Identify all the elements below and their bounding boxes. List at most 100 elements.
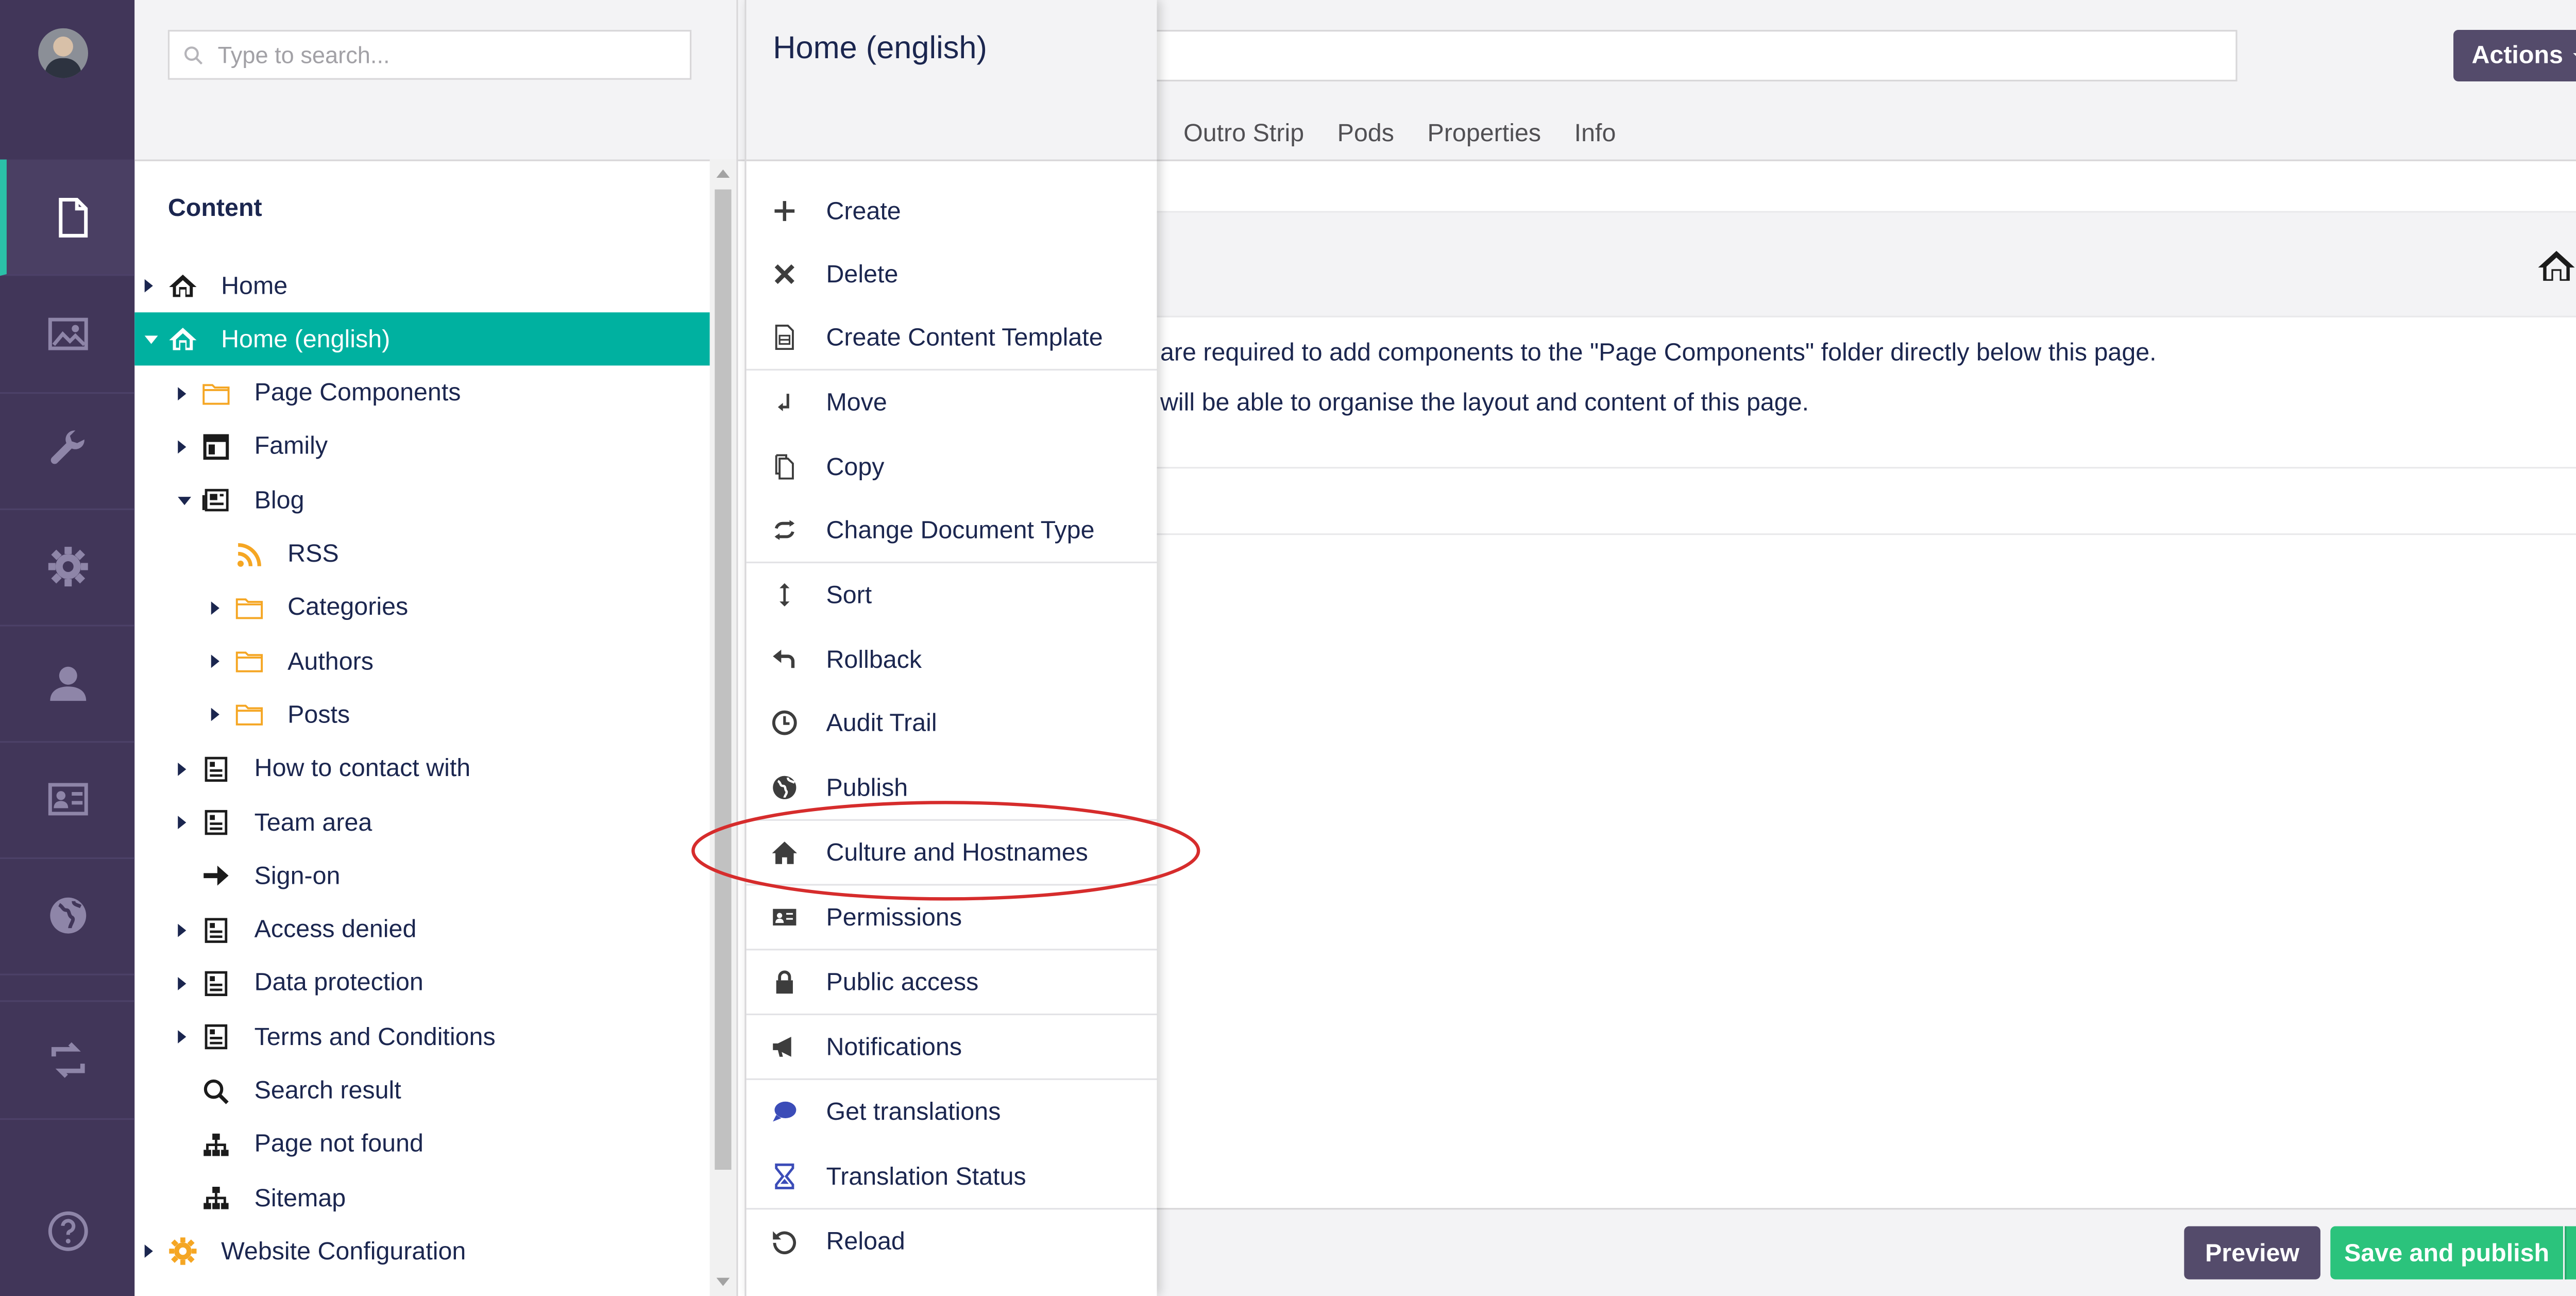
menu-item-translation-status[interactable]: Translation Status bbox=[747, 1145, 1157, 1208]
tab-pods[interactable]: Pods bbox=[1337, 120, 1394, 148]
tree-node[interactable]: Sitemap bbox=[134, 1172, 709, 1225]
tree-node[interactable]: Access denied bbox=[134, 903, 709, 956]
preview-button[interactable]: Preview bbox=[2184, 1226, 2320, 1280]
caret-right-icon[interactable] bbox=[211, 708, 219, 722]
home-icon bbox=[168, 325, 198, 355]
document-list-icon bbox=[201, 807, 231, 837]
scroll-up-arrow[interactable] bbox=[716, 169, 730, 178]
content-tree-panel: Content Home Home (english) Page Component… bbox=[134, 0, 738, 1296]
tree-node[interactable]: Home (english) bbox=[134, 313, 710, 366]
menu-item-get-translations[interactable]: Get translations bbox=[747, 1080, 1157, 1143]
section-members[interactable] bbox=[0, 741, 135, 860]
actions-menu: Home (english) Create Delete Create Conten… bbox=[744, 0, 1157, 1296]
menu-item-create-content-template[interactable]: Create Content Template bbox=[747, 306, 1157, 369]
caret-down-icon[interactable] bbox=[144, 336, 158, 345]
home-icon bbox=[2538, 250, 2575, 281]
tree-node[interactable]: Website Configuration bbox=[134, 1225, 709, 1278]
caret-right-icon[interactable] bbox=[178, 923, 187, 937]
menu-item-move[interactable]: Move bbox=[747, 371, 1157, 434]
caret-right-icon[interactable] bbox=[178, 762, 187, 776]
tree-node[interactable]: Authors bbox=[134, 635, 709, 688]
menu-item-reload[interactable]: Reload bbox=[747, 1209, 1157, 1273]
caret-right-icon[interactable] bbox=[178, 440, 187, 453]
template-icon bbox=[771, 324, 798, 351]
menu-item-create[interactable]: Create bbox=[747, 179, 1157, 243]
tab-info[interactable]: Info bbox=[1574, 120, 1616, 148]
section-settings[interactable] bbox=[0, 392, 135, 510]
tree-node[interactable]: Home bbox=[134, 259, 709, 312]
caret-right-icon[interactable] bbox=[144, 1245, 153, 1259]
section-media[interactable] bbox=[0, 276, 135, 394]
caret-right-icon[interactable] bbox=[211, 654, 219, 668]
tree-node[interactable]: Categories bbox=[134, 581, 709, 634]
tree-node[interactable]: Team area bbox=[134, 796, 709, 849]
menu-item-label: Reload bbox=[826, 1227, 905, 1256]
avatar[interactable] bbox=[38, 28, 88, 78]
tree-node[interactable]: Terms and Conditions bbox=[134, 1011, 709, 1064]
tree-node-label: Authors bbox=[287, 647, 374, 676]
tab-outro-strip[interactable]: Outro Strip bbox=[1183, 120, 1304, 148]
caret-right-icon[interactable] bbox=[178, 816, 187, 829]
menu-item-copy[interactable]: Copy bbox=[747, 435, 1157, 499]
lock-icon bbox=[771, 969, 798, 996]
tab-properties[interactable]: Properties bbox=[1428, 120, 1541, 148]
search-input[interactable] bbox=[214, 40, 653, 70]
menu-item-label: Public access bbox=[826, 968, 979, 997]
tree-scrollbar[interactable] bbox=[709, 159, 737, 1296]
caret-right-icon[interactable] bbox=[178, 977, 187, 990]
node-name-input[interactable] bbox=[1147, 30, 2238, 81]
folder-icon bbox=[234, 593, 264, 622]
tree-node[interactable]: How to contact with bbox=[134, 742, 709, 795]
menu-item-audit-trail[interactable]: Audit Trail bbox=[747, 691, 1157, 754]
tree-node-label: How to contact with bbox=[254, 754, 471, 783]
section-help[interactable] bbox=[0, 1173, 134, 1289]
menu-item-delete[interactable]: Delete bbox=[747, 243, 1157, 306]
caret-right-icon[interactable] bbox=[178, 1030, 187, 1044]
copy-icon bbox=[771, 453, 798, 480]
tree-node-label: Categories bbox=[287, 594, 409, 622]
tree-node[interactable]: Family bbox=[134, 420, 709, 473]
tree-node[interactable]: Blog bbox=[134, 474, 709, 527]
menu-item-rollback[interactable]: Rollback bbox=[747, 628, 1157, 692]
caret-down-icon bbox=[2573, 52, 2576, 59]
tree-search[interactable] bbox=[167, 30, 692, 80]
plus-icon bbox=[771, 198, 798, 225]
menu-item-label: Translation Status bbox=[826, 1162, 1026, 1191]
menu-item-label: Notifications bbox=[826, 1032, 962, 1061]
scroll-thumb[interactable] bbox=[715, 189, 732, 1170]
section-content[interactable] bbox=[0, 159, 135, 276]
save-and-publish-button[interactable]: Save and publish bbox=[2330, 1226, 2563, 1280]
tree-node[interactable]: Page Components bbox=[134, 366, 709, 419]
sitemap-icon bbox=[201, 1130, 231, 1159]
exchange-icon bbox=[771, 517, 798, 544]
gear-orange-icon bbox=[168, 1237, 198, 1267]
menu-item-sort[interactable]: Sort bbox=[747, 563, 1157, 627]
menu-item-change-document-type[interactable]: Change Document Type bbox=[747, 498, 1157, 562]
tree-node-label: Page Components bbox=[254, 379, 461, 408]
folder-icon bbox=[201, 378, 231, 408]
section-users[interactable] bbox=[0, 625, 135, 743]
caret-down-icon[interactable] bbox=[178, 497, 192, 506]
annotation-ellipse bbox=[691, 801, 1200, 901]
tree-node[interactable]: Posts bbox=[134, 688, 709, 742]
section-developer[interactable] bbox=[0, 509, 135, 627]
save-options-button[interactable] bbox=[2565, 1226, 2576, 1280]
tree-node[interactable]: Page not found bbox=[134, 1118, 709, 1171]
tree-node[interactable]: RSS bbox=[134, 528, 709, 581]
actions-button[interactable]: Actions bbox=[2453, 30, 2576, 81]
transfer-icon bbox=[50, 1042, 84, 1078]
tree-node[interactable]: Sign-on bbox=[134, 850, 709, 903]
section-forms[interactable] bbox=[0, 1000, 135, 1120]
tree-node[interactable]: Data protection bbox=[134, 957, 709, 1010]
help-icon bbox=[47, 1211, 88, 1251]
info-text-line-1: are required to add components to the "P… bbox=[1160, 339, 2157, 367]
menu-item-label: Publish bbox=[826, 773, 908, 802]
section-translation[interactable] bbox=[0, 857, 135, 975]
caret-right-icon[interactable] bbox=[211, 601, 219, 615]
menu-item-public-access[interactable]: Public access bbox=[747, 950, 1157, 1014]
tree-node[interactable]: Search result bbox=[134, 1064, 709, 1117]
caret-right-icon[interactable] bbox=[178, 386, 187, 400]
scroll-down-arrow[interactable] bbox=[716, 1277, 730, 1286]
caret-right-icon[interactable] bbox=[144, 279, 153, 293]
menu-item-notifications[interactable]: Notifications bbox=[747, 1015, 1157, 1079]
